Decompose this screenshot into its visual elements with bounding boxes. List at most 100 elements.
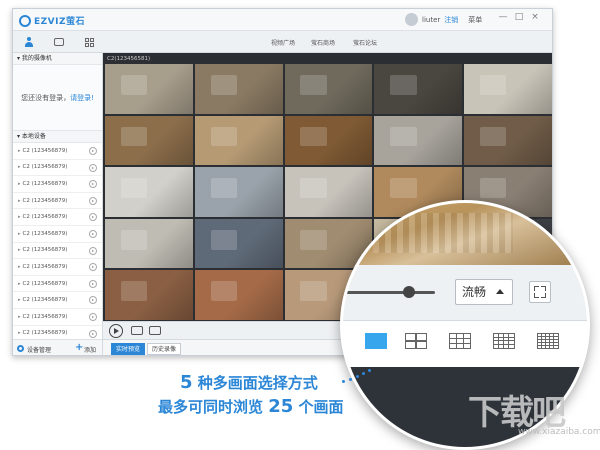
- decorative-dots: [342, 369, 372, 385]
- device-row[interactable]: ▸ C2 (123456879) ▸: [13, 292, 102, 309]
- video-tile[interactable]: [374, 115, 463, 166]
- layout-1-icon[interactable]: [365, 333, 387, 349]
- device-row[interactable]: ▸ C2 (123456879) ▸: [13, 143, 102, 160]
- caption-text-3: 个画面: [293, 398, 344, 416]
- device-label: C2 (123456879): [22, 263, 68, 270]
- local-devices-header[interactable]: ▾ 本地设备: [13, 131, 102, 143]
- slider-knob[interactable]: [403, 286, 415, 298]
- video-tile[interactable]: [284, 64, 373, 114]
- device-row[interactable]: ▸ C2 (123456879) ▸: [13, 176, 102, 193]
- title-bar: EZVIZ萤石 liuter 注销 菜单 — □ ×: [13, 9, 552, 31]
- video-tile[interactable]: [194, 270, 283, 320]
- device-label: C2 (123456879): [22, 214, 68, 221]
- plus-icon[interactable]: +: [75, 342, 83, 353]
- device-play-icon[interactable]: ▸: [89, 180, 97, 189]
- video-tile[interactable]: [194, 115, 283, 166]
- quality-select[interactable]: 流畅: [455, 279, 513, 305]
- caption-text-2: 最多可同时浏览: [158, 398, 269, 416]
- device-row[interactable]: ▸ C2 (123456879) ▸: [13, 259, 102, 276]
- layout-16-icon[interactable]: [493, 333, 515, 349]
- device-row[interactable]: ▸ C2 (123456879) ▸: [13, 226, 102, 243]
- device-play-icon[interactable]: ▸: [89, 163, 97, 172]
- chevron-right-icon: ▸: [18, 280, 21, 287]
- device-label: C2 (123456879): [22, 280, 68, 287]
- tab-apps[interactable]: [79, 35, 99, 49]
- device-play-icon[interactable]: ▸: [89, 196, 97, 205]
- sidebar-footer: 设备管理 + 添加: [13, 339, 102, 355]
- sidebar: ▾ 我的摄像机 您还没有登录， 请登录! ▾ 本地设备 ▸ C2 (12345687…: [13, 53, 103, 355]
- logo-text: EZVIZ萤石: [34, 17, 86, 27]
- maximize-icon[interactable]: □: [513, 12, 525, 22]
- device-play-icon[interactable]: ▸: [89, 296, 97, 305]
- watermark-url: www.xiazaiba.com: [518, 427, 600, 437]
- video-tile[interactable]: [374, 64, 463, 114]
- video-tile[interactable]: [105, 218, 193, 269]
- device-row[interactable]: ▸ C2 (123456879) ▸: [13, 193, 102, 210]
- login-link[interactable]: 请登录!: [70, 93, 94, 103]
- app-logo: EZVIZ萤石: [19, 14, 85, 27]
- chevron-right-icon: ▸: [18, 313, 21, 320]
- layout-9-icon[interactable]: [449, 333, 471, 349]
- tab-devices[interactable]: [19, 35, 39, 49]
- nav-video-square[interactable]: 视频广场: [271, 38, 295, 47]
- my-devices-header[interactable]: ▾ 我的摄像机: [13, 53, 102, 65]
- video-tile[interactable]: [284, 115, 373, 166]
- video-tile[interactable]: [105, 115, 193, 166]
- camera-title: C2(123456581): [107, 56, 151, 62]
- logout-link[interactable]: 注销: [444, 15, 458, 25]
- close-icon[interactable]: ×: [529, 12, 541, 22]
- video-tile[interactable]: [194, 218, 283, 269]
- caption-line-2: 最多可同时浏览 25 个画面: [158, 396, 344, 417]
- video-tile[interactable]: [464, 64, 552, 114]
- video-tile[interactable]: [194, 167, 283, 217]
- nav-store[interactable]: 萤石商场: [311, 38, 335, 47]
- fullscreen-icon[interactable]: [529, 281, 551, 303]
- layout-4-icon[interactable]: [405, 333, 427, 349]
- device-play-icon[interactable]: ▸: [89, 312, 97, 321]
- person-icon: [25, 37, 33, 47]
- gear-icon[interactable]: [17, 345, 24, 352]
- play-icon[interactable]: [109, 324, 123, 338]
- device-play-icon[interactable]: ▸: [89, 279, 97, 288]
- tab-history[interactable]: 历史录像: [147, 343, 182, 355]
- video-tile[interactable]: [105, 64, 193, 114]
- video-tile[interactable]: [105, 270, 193, 320]
- caption-line-1: 5 种多画面选择方式: [180, 372, 318, 393]
- avatar[interactable]: [405, 13, 418, 26]
- video-tile[interactable]: [105, 167, 193, 217]
- chevron-right-icon: ▸: [18, 164, 21, 171]
- device-row[interactable]: ▸ C2 (123456879) ▸: [13, 160, 102, 177]
- device-play-icon[interactable]: ▸: [89, 229, 97, 238]
- layout-25-icon[interactable]: [537, 333, 559, 349]
- device-play-icon[interactable]: ▸: [89, 147, 97, 155]
- video-tile[interactable]: [194, 64, 283, 114]
- device-play-icon[interactable]: ▸: [89, 329, 97, 338]
- minimize-icon[interactable]: —: [497, 12, 509, 22]
- device-play-icon[interactable]: ▸: [89, 263, 97, 272]
- record-icon[interactable]: [149, 326, 161, 335]
- device-row[interactable]: ▸ C2 (123456879) ▸: [13, 276, 102, 293]
- device-play-icon[interactable]: ▸: [89, 213, 97, 222]
- menu-button[interactable]: 菜单: [468, 15, 482, 25]
- magnified-controls: 流畅: [343, 265, 587, 321]
- nav-forum[interactable]: 萤石论坛: [353, 38, 377, 47]
- add-device-button[interactable]: 添加: [84, 345, 96, 354]
- tab-messages[interactable]: [49, 35, 69, 49]
- device-label: C2 (123456879): [22, 197, 68, 204]
- device-manage-button[interactable]: 设备管理: [27, 345, 51, 354]
- tab-live-preview[interactable]: 实时预览: [111, 343, 146, 355]
- video-tile[interactable]: [464, 115, 552, 166]
- device-row[interactable]: ▸ C2 (123456879) ▸: [13, 243, 102, 260]
- device-row[interactable]: ▸ C2 (123456879) ▸: [13, 209, 102, 226]
- caption-text-1: 种多画面选择方式: [192, 374, 318, 392]
- snapshot-icon[interactable]: [131, 326, 143, 335]
- device-play-icon[interactable]: ▸: [89, 246, 97, 255]
- chevron-right-icon: ▸: [18, 214, 21, 221]
- quality-value: 流畅: [462, 285, 487, 299]
- volume-slider[interactable]: [343, 291, 435, 294]
- chevron-right-icon: ▸: [18, 147, 21, 154]
- device-row[interactable]: ▸ C2 (123456879) ▸: [13, 309, 102, 326]
- device-label: C2 (123456879): [22, 297, 68, 304]
- device-label: C2 (123456879): [22, 230, 68, 237]
- chevron-right-icon: ▸: [18, 197, 21, 204]
